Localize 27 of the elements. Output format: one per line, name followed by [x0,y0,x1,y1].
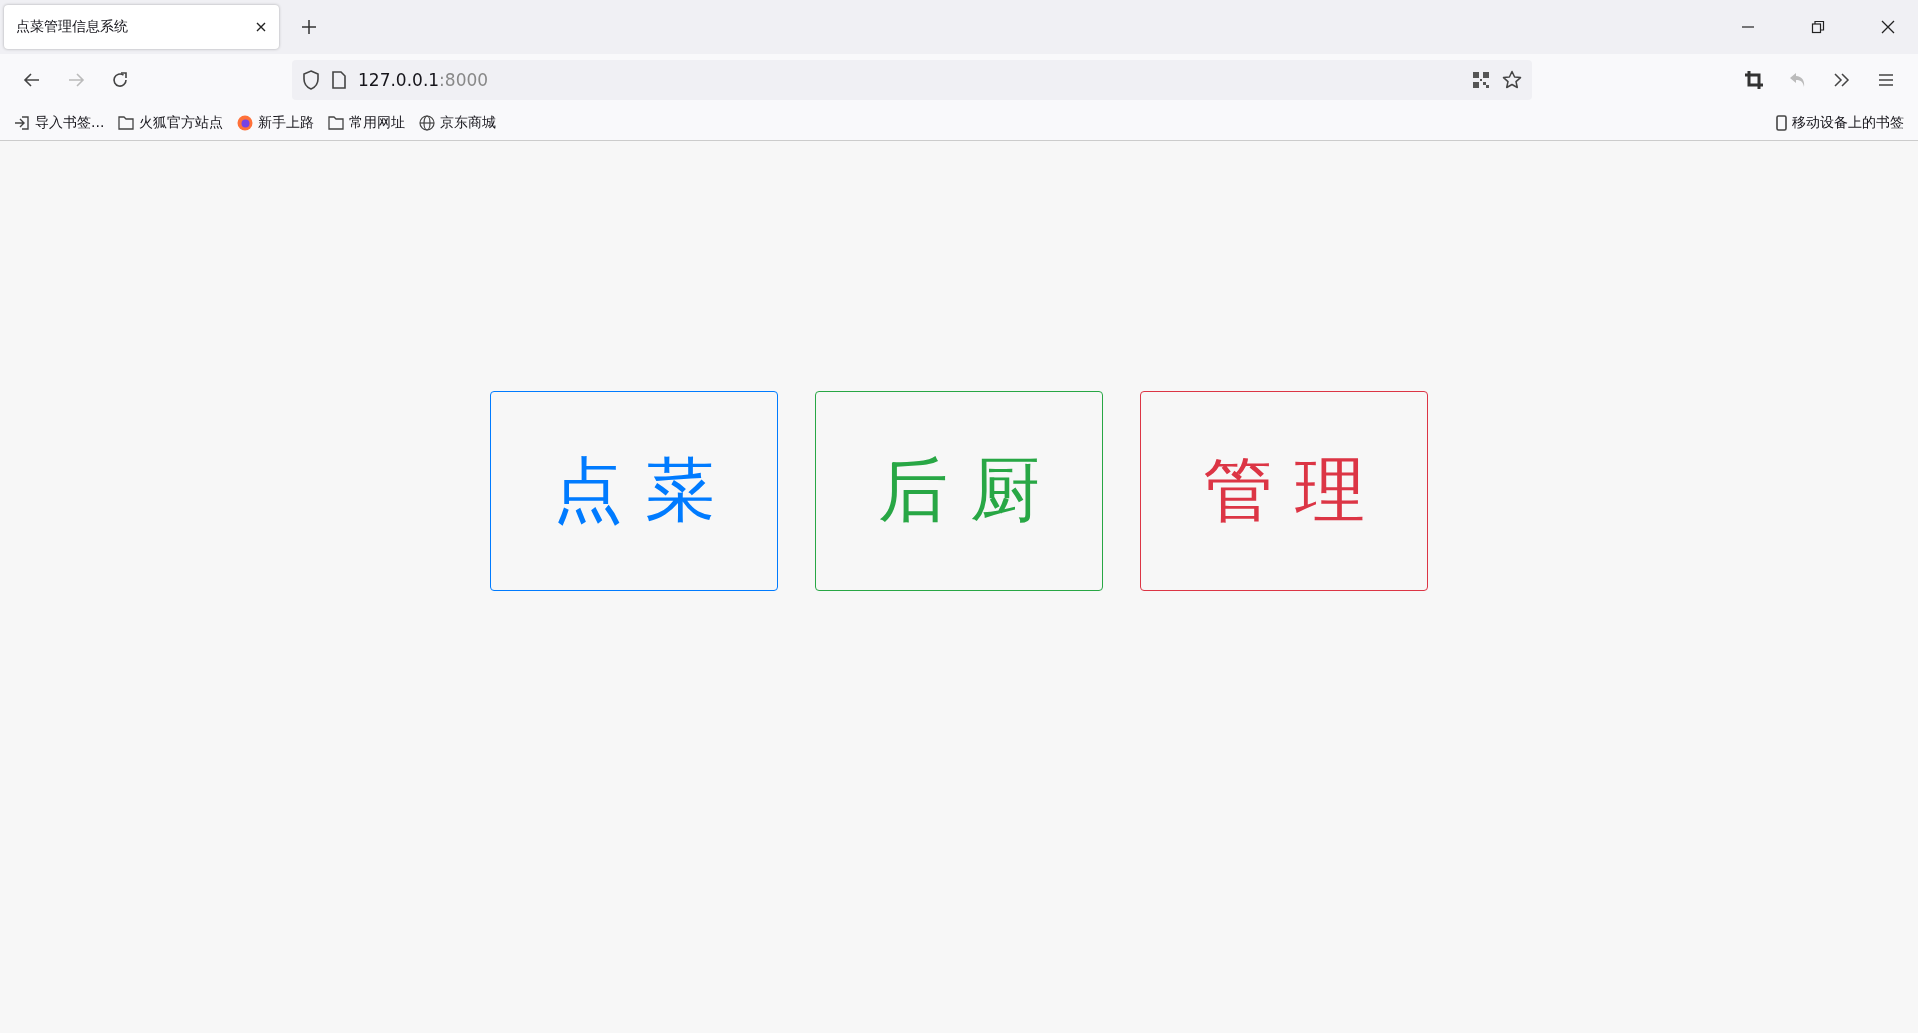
browser-tab[interactable]: 点菜管理信息系统 [4,5,279,49]
address-bar[interactable]: 127.0.0.1:8000 [292,60,1532,100]
folder-icon [118,116,135,130]
menu-button[interactable]: 点 菜 [490,391,778,591]
bookmark-item[interactable]: 移动设备上的书签 [1776,114,1904,132]
qr-code-icon[interactable] [1472,71,1490,89]
bookmark-item[interactable]: 京东商城 [419,114,497,132]
close-icon[interactable] [255,21,267,33]
reload-icon[interactable] [110,70,130,90]
star-icon[interactable] [1502,70,1522,90]
bookmark-item[interactable]: 导入书签... [14,114,105,132]
page-icon [332,71,346,89]
shield-icon[interactable] [302,70,320,90]
menu-button[interactable]: 管 理 [1140,391,1428,591]
bookmark-item[interactable]: 新手上路 [237,114,315,132]
globe-icon [419,115,436,131]
bookmark-item[interactable]: 火狐官方站点 [118,114,224,132]
phone-icon [1776,115,1787,131]
url-text[interactable]: 127.0.0.1:8000 [358,70,489,90]
new-tab-icon[interactable] [301,19,317,35]
folder-icon [328,116,345,130]
close-icon[interactable] [1881,20,1895,34]
crop-icon[interactable] [1744,70,1764,90]
bookmark-item[interactable]: 常用网址 [328,114,406,132]
import-icon [14,115,30,131]
restore-icon[interactable] [1811,20,1825,34]
fox-logo-icon [237,115,254,131]
